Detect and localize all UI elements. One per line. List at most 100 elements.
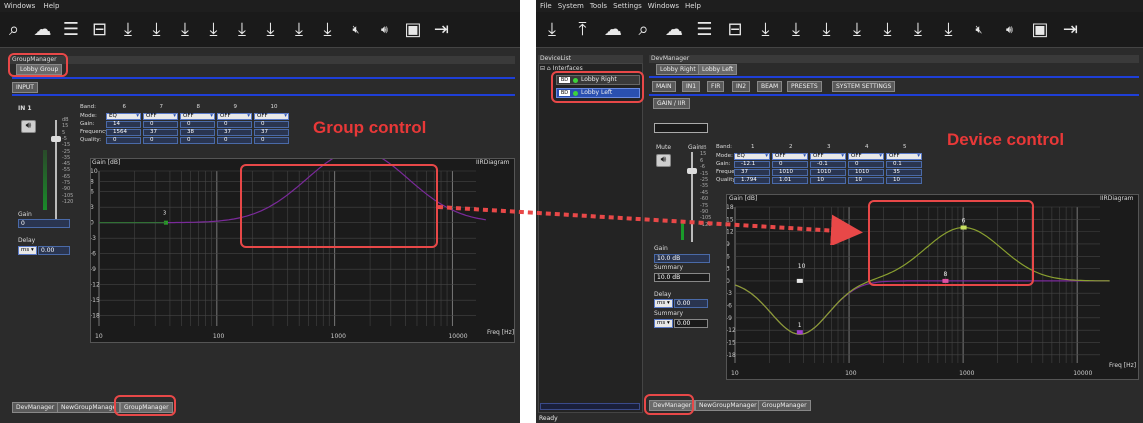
download-icon[interactable]: ⤓: [542, 20, 562, 40]
sliders-icon[interactable]: ☰: [61, 20, 81, 40]
q-field[interactable]: 0: [180, 137, 215, 144]
freq-field[interactable]: 1010: [810, 169, 846, 176]
search-icon[interactable]: ⌕: [4, 20, 24, 40]
download-icon[interactable]: ⤓: [908, 20, 928, 40]
freq-field[interactable]: 37: [734, 169, 770, 176]
download-icon[interactable]: ⤓: [147, 20, 167, 40]
freq-field[interactable]: 37: [217, 129, 252, 136]
q-field[interactable]: 0: [254, 137, 289, 144]
tab-lobby-group[interactable]: Lobby Group: [16, 64, 63, 75]
menu-windows[interactable]: Windows: [648, 2, 679, 10]
mode-select[interactable]: OFF ▾: [810, 153, 846, 160]
delay-field[interactable]: 0.00: [674, 299, 708, 308]
mode-select[interactable]: OFF ▾: [886, 153, 922, 160]
tab-fir[interactable]: FIR: [707, 81, 725, 92]
download-icon[interactable]: ⤓: [232, 20, 252, 40]
name-field[interactable]: [654, 123, 708, 133]
gain-field[interactable]: 0: [772, 161, 808, 168]
speaker-icon[interactable]: 🔊︎: [1000, 20, 1020, 40]
mode-select[interactable]: OFF ▾: [772, 153, 808, 160]
speaker-mute-button[interactable]: 🔊︎: [656, 154, 671, 167]
gain-field[interactable]: 0: [143, 121, 178, 128]
save-icon[interactable]: ▣: [1030, 20, 1050, 40]
menu-file[interactable]: File: [540, 2, 552, 10]
gain-field[interactable]: 0.1: [886, 161, 922, 168]
tab-lobby-left[interactable]: Lobby Left: [698, 64, 738, 75]
q-field[interactable]: 0: [217, 137, 252, 144]
cloud-upload-icon[interactable]: ☁: [33, 20, 53, 40]
q-field[interactable]: 0: [106, 137, 141, 144]
gain-field[interactable]: 0: [180, 121, 215, 128]
bottom-tab-newgroupmanager[interactable]: NewGroupManager: [695, 400, 761, 411]
gain-field[interactable]: 0: [217, 121, 252, 128]
delay-unit-select[interactable]: ms ▾: [18, 246, 37, 255]
gain-field[interactable]: 0: [254, 121, 289, 128]
layout-icon[interactable]: ⊟: [725, 20, 745, 40]
fader-knob[interactable]: [687, 168, 697, 174]
menu-help[interactable]: Help: [43, 2, 59, 10]
cloud-download-icon[interactable]: ☁: [664, 20, 684, 40]
gain-field[interactable]: -12.1: [734, 161, 770, 168]
speaker-mute-button[interactable]: 🔊︎: [21, 120, 36, 133]
tab-system-settings[interactable]: SYSTEM SETTINGS: [832, 81, 896, 92]
download-icon[interactable]: ⤓: [939, 20, 959, 40]
freq-field[interactable]: 1010: [772, 169, 808, 176]
q-field[interactable]: 0: [143, 137, 178, 144]
tab-beam[interactable]: BEAM: [757, 81, 783, 92]
download-icon[interactable]: ⤓: [175, 20, 195, 40]
tab-lobby-right[interactable]: Lobby Right: [656, 64, 700, 75]
menu-windows[interactable]: Windows: [4, 2, 35, 10]
summary2-unit-select[interactable]: ms ▾: [654, 319, 673, 328]
download-icon[interactable]: ⤓: [756, 20, 776, 40]
download-icon[interactable]: ⤓: [878, 20, 898, 40]
gain-field[interactable]: 10.0 dB: [654, 254, 710, 263]
mute-icon[interactable]: 🔇︎: [346, 20, 366, 40]
mute-icon[interactable]: 🔇︎: [969, 20, 989, 40]
layout-icon[interactable]: ⊟: [90, 20, 110, 40]
q-field[interactable]: 1.01: [772, 177, 808, 184]
cloud-upload-icon[interactable]: ☁: [603, 20, 623, 40]
gain-field[interactable]: 14: [106, 121, 141, 128]
freq-field[interactable]: 1010: [848, 169, 884, 176]
download-icon[interactable]: ⤓: [318, 20, 338, 40]
mode-select[interactable]: OFF ▾: [848, 153, 884, 160]
bottom-tab-newgroupmanager[interactable]: NewGroupManage: [57, 402, 121, 413]
freq-field[interactable]: 38: [180, 129, 215, 136]
exit-icon[interactable]: ⇥: [432, 20, 452, 40]
tab-in2[interactable]: IN2: [732, 81, 751, 92]
search-icon[interactable]: ⌕: [634, 20, 654, 40]
tab-input[interactable]: INPUT: [12, 82, 38, 93]
mode-select[interactable]: OFF ▾: [143, 113, 178, 120]
download-icon[interactable]: ⤓: [261, 20, 281, 40]
save-icon[interactable]: ▣: [403, 20, 423, 40]
q-field[interactable]: 10: [848, 177, 884, 184]
menu-system[interactable]: System: [558, 2, 584, 10]
download-icon[interactable]: ⤓: [289, 20, 309, 40]
mode-select[interactable]: OFF ▾: [180, 113, 215, 120]
menu-tools[interactable]: Tools: [590, 2, 607, 10]
freq-field[interactable]: 37: [254, 129, 289, 136]
download-icon[interactable]: ⤓: [118, 20, 138, 40]
q-field[interactable]: 10: [810, 177, 846, 184]
gain-field[interactable]: -0.1: [810, 161, 846, 168]
menu-settings[interactable]: Settings: [613, 2, 642, 10]
tab-main[interactable]: MAIN: [652, 81, 676, 92]
mode-select[interactable]: EQ ▾: [106, 113, 141, 120]
download-icon[interactable]: ⤓: [786, 20, 806, 40]
tab-gain-iir[interactable]: GAIN / IIR: [653, 98, 690, 109]
tab-presets[interactable]: PRESETS: [787, 81, 822, 92]
menu-help[interactable]: Help: [685, 2, 701, 10]
horizontal-scrollbar[interactable]: [540, 403, 640, 410]
q-field[interactable]: 1.794: [734, 177, 770, 184]
sliders-icon[interactable]: ☰: [695, 20, 715, 40]
fader-knob[interactable]: [51, 136, 61, 142]
freq-field[interactable]: 1564: [106, 129, 141, 136]
bottom-tab-groupmanager[interactable]: GroupManager: [758, 400, 811, 411]
speaker-icon[interactable]: 🔊︎: [375, 20, 395, 40]
download-icon[interactable]: ⤓: [817, 20, 837, 40]
exit-icon[interactable]: ⇥: [1061, 20, 1081, 40]
upload-icon[interactable]: ⤒: [573, 20, 593, 40]
download-icon[interactable]: ⤓: [847, 20, 867, 40]
delay-unit-select[interactable]: ms ▾: [654, 299, 673, 308]
tab-in1[interactable]: IN1: [682, 81, 701, 92]
